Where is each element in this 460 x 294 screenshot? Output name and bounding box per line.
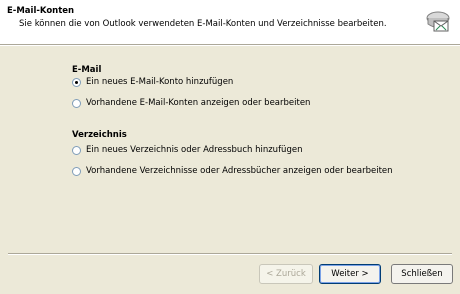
radio-button-checked[interactable] — [72, 77, 81, 87]
back-button[interactable]: < Zurück — [259, 264, 313, 284]
close-button[interactable]: Schließen — [391, 264, 453, 284]
directory-section-title: Verzeichnis — [72, 130, 127, 140]
email-accounts-icon — [426, 11, 450, 32]
radio-label: Vorhandene E-Mail-Konten anzeigen oder b… — [86, 98, 311, 108]
radio-label: Ein neues Verzeichnis oder Adressbuch hi… — [86, 145, 303, 155]
radio-view-directories[interactable]: Vorhandene Verzeichnisse oder Adressbüch… — [72, 165, 393, 177]
footer-divider-highlight — [8, 254, 452, 255]
radio-add-directory[interactable]: Ein neues Verzeichnis oder Adressbuch hi… — [72, 144, 302, 156]
radio-view-email-accounts[interactable]: Vorhandene E-Mail-Konten anzeigen oder b… — [72, 97, 310, 109]
radio-button[interactable] — [72, 145, 81, 155]
wizard-header: E-Mail-Konten Sie können die von Outlook… — [0, 0, 460, 45]
wizard-title: E-Mail-Konten — [7, 6, 75, 16]
header-divider — [0, 45, 460, 46]
wizard-subtitle: Sie können die von Outlook verwendeten E… — [19, 19, 387, 29]
email-section-title: E-Mail — [72, 65, 102, 75]
next-button[interactable]: Weiter > — [319, 264, 381, 284]
radio-add-email-account[interactable]: Ein neues E-Mail-Konto hinzufügen — [72, 76, 233, 88]
radio-button[interactable] — [72, 166, 81, 176]
radio-button[interactable] — [72, 98, 81, 108]
radio-label: Vorhandene Verzeichnisse oder Adressbüch… — [86, 166, 393, 176]
radio-label: Ein neues E-Mail-Konto hinzufügen — [86, 77, 234, 87]
